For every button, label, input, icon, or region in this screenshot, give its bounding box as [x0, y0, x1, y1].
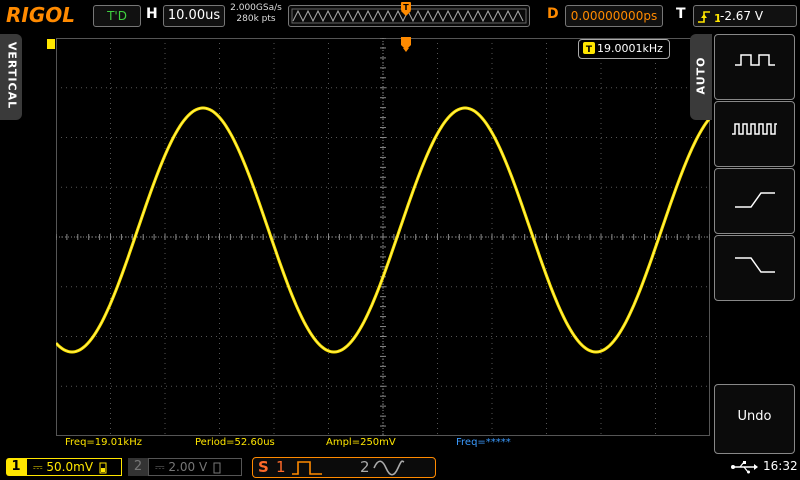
rising-trigger-icon: 1: [698, 10, 722, 25]
auto-tab-label: AUTO: [694, 56, 708, 95]
square-wave-icon[interactable]: [290, 459, 326, 477]
svg-text:T: T: [403, 3, 409, 12]
delay-value[interactable]: 0.00000000ps: [565, 5, 663, 27]
source-label: S: [258, 458, 269, 476]
trigger-time-marker-icon[interactable]: [400, 37, 412, 53]
rising-edge-button[interactable]: [714, 168, 795, 234]
counter-value: 19.0001kHz: [597, 42, 663, 55]
sample-rate: 2.000GSa/s: [230, 3, 282, 13]
source-1-label: 1: [276, 458, 286, 476]
undo-button[interactable]: Undo: [714, 384, 795, 454]
multi-period-icon: [732, 123, 777, 135]
undo-label: Undo: [737, 409, 772, 424]
measure-period: Period=52.60us: [195, 437, 275, 448]
ch2-scale-box[interactable]: ⎓ 2.00 V: [148, 458, 242, 476]
trigger-label: T: [676, 6, 686, 22]
usb-icon: [731, 461, 758, 474]
clock: 16:32: [763, 459, 798, 473]
ch2-coupling-icon: ⎓: [155, 460, 165, 474]
dc-coupling-icon: ⎓: [33, 460, 43, 474]
ch1-scale-box[interactable]: ⎓ 50.0mV: [26, 458, 122, 476]
trigger-counter-icon: T: [583, 42, 595, 55]
sine-wave-icon[interactable]: [372, 459, 406, 477]
falling-edge-icon: [735, 257, 775, 273]
horizontal-label: H: [146, 6, 158, 22]
measure-freq: Freq=19.01kHz: [65, 437, 142, 448]
bandwidth-limit-icon: [99, 462, 107, 473]
svg-text:T: T: [586, 45, 593, 55]
graticule: [56, 38, 710, 436]
multi-period-button[interactable]: [714, 101, 795, 167]
frequency-counter[interactable]: T 19.0001kHz: [578, 39, 670, 59]
delay-label: D: [547, 6, 559, 22]
measure-ampl: Ampl=250mV: [326, 437, 396, 448]
memory-depth: 280k pts: [236, 14, 276, 24]
falling-edge-button[interactable]: [714, 235, 795, 301]
source-2-label: 2: [360, 458, 370, 476]
ch1-badge[interactable]: 1: [6, 458, 26, 476]
brand-logo: RIGOL: [6, 3, 76, 27]
single-period-icon: [735, 54, 775, 66]
sample-info: 2.000GSa/s 280k pts: [229, 3, 283, 25]
ch2-bandwidth-icon: [213, 462, 221, 473]
measure-freq2: Freq=*****: [456, 437, 511, 448]
ch1-offset-marker-icon[interactable]: [46, 38, 56, 50]
ch2-badge[interactable]: 2: [128, 458, 148, 476]
measurement-bar: Freq=19.01kHz Period=52.60us Ampl=250mV …: [60, 437, 700, 449]
rising-edge-icon: [735, 192, 775, 208]
ch2-scale: 2.00 V: [168, 460, 208, 474]
single-period-button[interactable]: [714, 34, 795, 100]
waveform-display[interactable]: [56, 38, 710, 436]
vertical-tab-label: VERTICAL: [5, 41, 19, 110]
ch1-scale: 50.0mV: [46, 460, 94, 474]
run-state-indicator[interactable]: T'D: [93, 5, 141, 27]
trigger-level: -2.67 V: [720, 9, 764, 23]
timebase-value[interactable]: 10.00us: [163, 5, 225, 27]
trigger-box[interactable]: 1 -2.67 V: [693, 5, 797, 27]
trigger-position-marker-icon[interactable]: T: [400, 2, 412, 16]
